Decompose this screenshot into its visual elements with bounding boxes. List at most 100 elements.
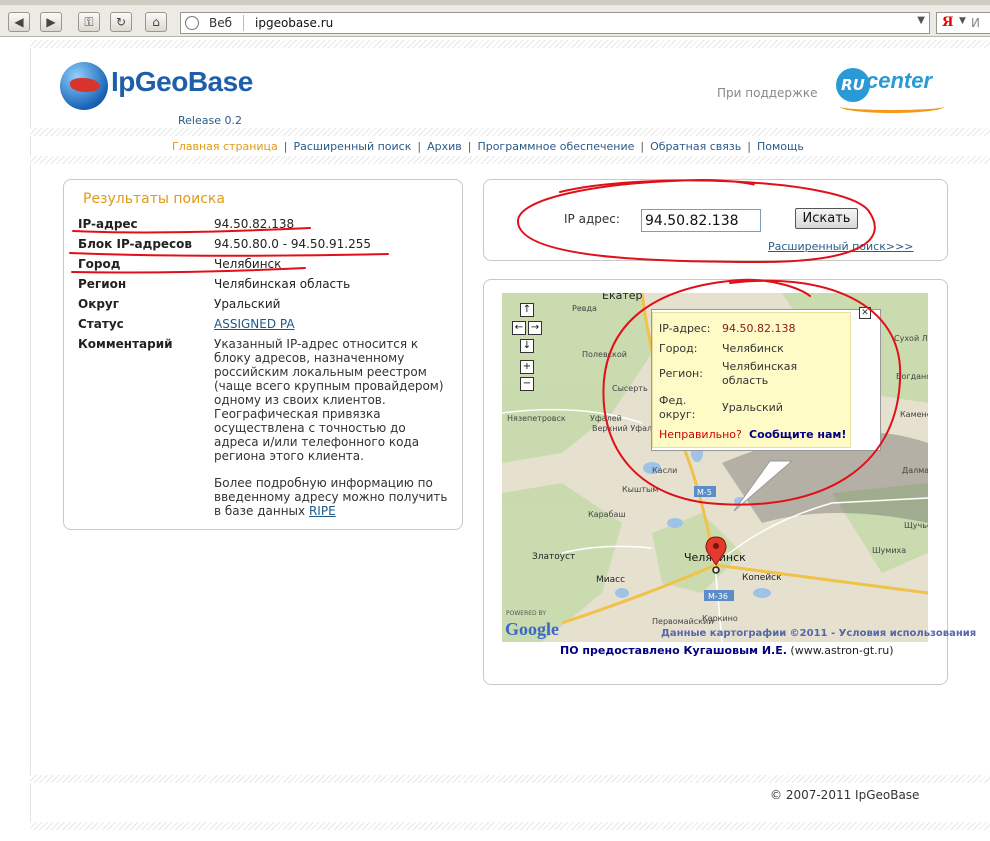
home-button[interactable]: ⌂ [145,12,167,32]
header-hatch-divider [30,128,990,136]
svg-text:Екатер: Екатер [602,293,643,302]
svg-text:Златоуст: Златоуст [532,552,575,562]
ip-value: 94.50.82.138 [214,217,295,231]
city-label: Город [78,257,121,271]
comment-label: Комментарий [78,337,173,351]
road-shield-m36: M-36 [704,590,734,601]
top-hatch-divider [30,40,990,48]
advanced-search-link[interactable]: Расширенный поиск>>> [768,240,914,253]
search-placeholder[interactable]: И [971,16,980,30]
browser-toolbar: ◀ ▶ ⚿ ↻ ⌂ Веб ipgeobase.ru ▼ Я ▼ И [0,0,990,37]
bottom-hatch-divider [30,822,990,830]
reload-icon: ↻ [115,15,127,29]
google-logo[interactable]: Google [505,619,559,639]
popup-region-label: Регион: [659,367,703,380]
key-button[interactable]: ⚿ [78,12,100,32]
nav-hatch-divider [30,156,990,164]
arrow-down-icon: ↓ [522,340,532,351]
pan-up-button[interactable]: ↑ [520,303,534,317]
popup-region-value: Челябинская область [722,360,798,387]
chevron-down-icon[interactable]: ▼ [959,16,966,26]
ripe-link[interactable]: RIPE [309,504,336,518]
reload-button[interactable]: ↻ [110,12,132,32]
sponsor-logo[interactable]: RU center [836,64,948,114]
results-title: Результаты поиска [83,191,225,207]
arrow-left-icon: ◀ [14,15,24,29]
nav-help[interactable]: Помощь [757,140,804,153]
district-label: Округ [78,297,120,311]
credit-site: (www.astron-gt.ru) [786,644,894,657]
zoom-out-button[interactable]: − [520,377,534,391]
tab-strip [0,0,990,5]
popup-city-value: Челябинск [722,342,784,355]
pan-down-button[interactable]: ↓ [520,339,534,353]
svg-text:Кыштым: Кыштым [622,485,658,494]
search-engine-box[interactable]: Я ▼ И [936,12,990,34]
svg-text:M-5: M-5 [697,488,712,497]
arrow-up-icon: ↑ [522,304,532,315]
powered-by-label: POWERED BY [506,610,546,617]
address-bar[interactable]: Веб ipgeobase.ru ▼ [180,12,930,34]
ip-label: IP-адрес [78,217,138,231]
back-button[interactable]: ◀ [8,12,30,32]
svg-text:Первомайский: Первомайский [652,617,713,626]
svg-text:Далматово: Далматово [902,466,928,475]
status-link[interactable]: ASSIGNED PA [214,317,295,331]
yandex-logo[interactable]: Я [942,15,953,30]
home-icon: ⌂ [152,15,160,29]
arrow-left-icon: ← [514,322,524,333]
footer-hatch-divider [30,775,990,783]
arrow-right-icon: → [530,322,540,333]
nav-home[interactable]: Главная страница [172,140,278,153]
nav-separator: | [747,140,751,153]
svg-text:Копейск: Копейск [742,573,782,583]
block-value: 94.50.80.0 - 94.50.91.255 [214,237,372,251]
forward-button[interactable]: ▶ [40,12,62,32]
globe-icon [185,16,199,30]
block-label: Блок IP-адресов [78,237,192,251]
nav-archive[interactable]: Архив [427,140,462,153]
address-mode[interactable]: Веб [209,16,232,30]
pan-left-button[interactable]: ← [512,321,526,335]
svg-text:Полевской: Полевской [582,350,627,359]
url-text[interactable]: ipgeobase.ru [255,16,333,30]
swoosh-icon [840,100,944,113]
status-value: ASSIGNED PA [214,317,295,331]
more-info-text: Более подробную информацию по введенному… [214,476,454,518]
popup-ip-label: IP-адрес: [659,322,711,335]
zoom-in-button[interactable]: + [520,360,534,374]
nav-advanced-search[interactable]: Расширенный поиск [293,140,411,153]
svg-text:Ревда: Ревда [572,304,597,313]
nav-feedback[interactable]: Обратная связь [650,140,741,153]
close-icon[interactable]: ✕ [859,307,871,319]
nav-software[interactable]: Программное обеспечение [477,140,634,153]
svg-text:Уфалей: Уфалей [590,414,622,423]
ip-input-label: IP адрес: [564,212,620,226]
district-value: Уральский [214,297,281,311]
pan-right-button[interactable]: → [528,321,542,335]
svg-text:Сысерть: Сысерть [612,384,648,393]
copyright: © 2007-2011 IpGeoBase [770,788,920,802]
svg-text:Щучье: Щучье [904,521,928,530]
region-label: Регион [78,277,127,291]
ip-input[interactable] [641,209,761,232]
chevron-down-icon[interactable]: ▼ [917,15,925,26]
support-label: При поддержке [717,86,818,100]
popup-ip-value: 94.50.82.138 [722,322,796,335]
svg-text:Карабаш: Карабаш [588,510,626,519]
map-attribution[interactable]: Данные картографии ©2011 - Условия испол… [661,628,976,639]
minus-icon: − [522,378,532,389]
popup-city-label: Город: [659,342,698,355]
region-value: Челябинская область [214,277,351,291]
report-link[interactable]: Сообщите нам! [749,428,846,441]
site-logo[interactable]: IpGeoBase [111,66,253,98]
key-icon: ⚿ [84,15,94,29]
popup-district-value: Уральский [722,401,783,414]
plus-icon: + [522,361,532,372]
russia-map-icon [70,78,100,92]
search-button[interactable]: Искать [795,208,858,229]
comment-text: Указанный IP-адрес относится к блоку адр… [214,337,444,463]
svg-text:Каменск-Уральский: Каменск-Уральский [900,410,928,419]
wrong-label: Неправильно? [659,428,742,441]
nav-separator: | [467,140,472,153]
